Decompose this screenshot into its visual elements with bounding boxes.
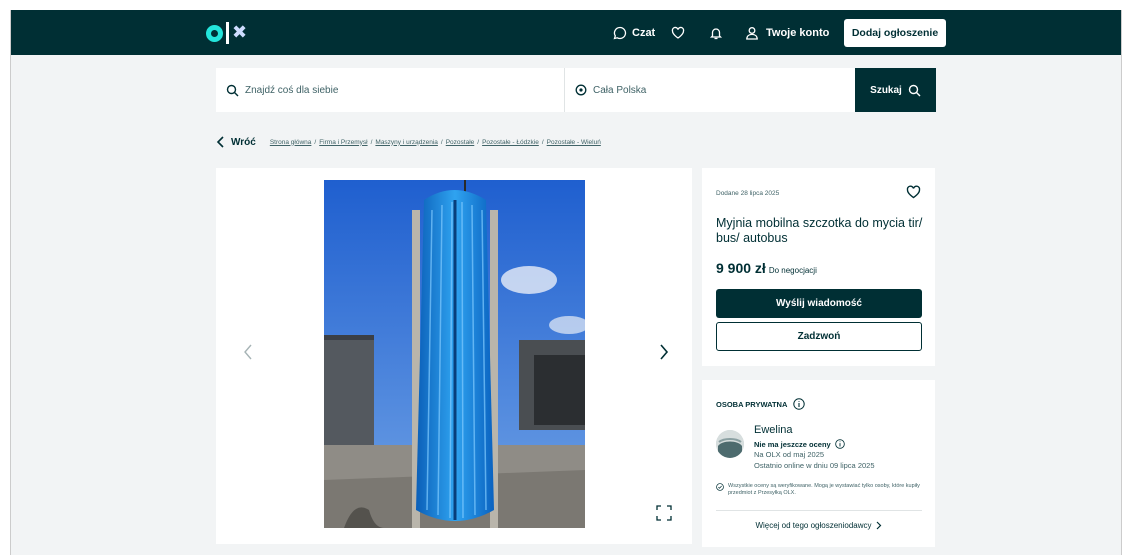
search-bar: Znajdź coś dla siebie Cała Polska Szukaj xyxy=(216,68,936,112)
bell-icon xyxy=(709,27,723,39)
negotiable-label: Do negocjacji xyxy=(768,266,817,275)
breadcrumb-item[interactable]: Maszyny i urządzenia xyxy=(375,139,438,146)
breadcrumb-item[interactable]: Pozostałe - Łódzkie xyxy=(482,139,539,146)
more-from-seller-link[interactable]: Więcej od tego ogłoszeniodawcy xyxy=(702,521,935,530)
chat-label: Czat xyxy=(632,26,656,39)
listing-details-card: Dodane 28 lipca 2025 Myjnia mobilna szcz… xyxy=(702,168,935,366)
verified-note: Wszystkie oceny są weryfikowane. Mogą je… xyxy=(716,483,926,497)
breadcrumb-separator: / xyxy=(541,138,544,146)
breadcrumb-item[interactable]: Firma i Przemysł xyxy=(319,139,367,146)
page-frame: ✖ Czat Twoje konto Dodaj ogłoszenie Znaj… xyxy=(10,10,1122,555)
seller-type: OSOBA PRYWATNA xyxy=(716,398,806,410)
location-value: Cała Polska xyxy=(593,84,647,96)
top-bar: ✖ Czat Twoje konto Dodaj ogłoszenie xyxy=(11,10,1121,55)
account-label: Twoje konto xyxy=(766,26,830,39)
listing-photo[interactable] xyxy=(324,180,585,528)
price-value: 9 900 zł xyxy=(716,260,766,276)
heart-icon xyxy=(906,185,921,199)
favorite-button[interactable] xyxy=(906,185,921,204)
location-input[interactable]: Cała Polska xyxy=(564,68,855,112)
fullscreen-button[interactable] xyxy=(656,505,672,521)
rating-label: Nie ma jeszcze oceny xyxy=(754,439,831,449)
account-link[interactable]: Twoje konto xyxy=(745,10,829,55)
back-label: Wróć xyxy=(231,136,256,148)
logo-x-mark: ✖ xyxy=(232,22,248,43)
logo-o-mark xyxy=(206,24,223,42)
verified-note-text: Wszystkie oceny są weryfikowane. Mogą je… xyxy=(728,483,920,496)
info-icon[interactable] xyxy=(793,398,806,410)
seller-card: OSOBA PRYWATNA Ewelina Nie ma jeszcze oc… xyxy=(702,380,935,547)
breadcrumb-item[interactable]: Pozostałe xyxy=(446,139,475,146)
olx-logo[interactable]: ✖ xyxy=(206,20,247,46)
breadcrumb-separator: / xyxy=(440,138,443,146)
seller-type-label: OSOBA PRYWATNA xyxy=(716,399,788,409)
added-date: Dodane 28 lipca 2025 xyxy=(716,190,780,197)
breadcrumb-separator: / xyxy=(370,138,373,146)
breadcrumb-item[interactable]: Strona główna xyxy=(270,139,312,146)
send-message-button[interactable]: Wyślij wiadomość xyxy=(716,289,922,318)
search-button-label: Szukaj xyxy=(870,84,902,96)
seller-rating: Nie ma jeszcze oceny xyxy=(754,439,845,449)
heart-icon xyxy=(671,26,685,39)
search-icon xyxy=(226,84,239,96)
photo-gallery xyxy=(216,168,692,544)
next-photo-button[interactable] xyxy=(652,340,676,364)
user-icon xyxy=(746,26,758,40)
search-button[interactable]: Szukaj xyxy=(855,68,936,112)
member-since: Na OLX od maj 2025 xyxy=(754,450,825,459)
breadcrumb-trail: Strona główna / Firma i Przemysł / Maszyny… xyxy=(270,139,601,146)
search-icon xyxy=(908,84,921,96)
brush-photo-illustration xyxy=(324,180,585,528)
breadcrumb-separator: / xyxy=(314,138,317,146)
info-icon[interactable] xyxy=(834,439,845,449)
chevron-right-icon xyxy=(660,344,669,360)
chevron-left-icon xyxy=(244,344,252,360)
search-placeholder: Znajdź coś dla siebie xyxy=(245,84,339,96)
breadcrumb-separator: / xyxy=(477,138,480,146)
logo-bar-mark xyxy=(226,22,229,44)
search-input[interactable]: Znajdź coś dla siebie xyxy=(216,68,564,112)
chat-link[interactable]: Czat xyxy=(613,10,655,55)
divider xyxy=(716,510,922,511)
breadcrumb-item[interactable]: Pozostałe - Wieluń xyxy=(547,139,601,146)
previous-photo-button[interactable] xyxy=(238,342,258,362)
last-online: Ostatnio online w dniu 09 lipca 2025 xyxy=(754,461,875,470)
chevron-right-icon xyxy=(876,521,881,530)
listing-title: Myjnia mobilna szczotka do mycia tir/ bu… xyxy=(716,216,923,245)
call-button[interactable]: Zadzwoń xyxy=(716,322,922,351)
favorites-link[interactable] xyxy=(671,10,685,55)
add-listing-button[interactable]: Dodaj ogłoszenie xyxy=(844,19,946,47)
seller-name: Ewelina xyxy=(754,424,793,436)
more-label: Więcej od tego ogłoszeniodawcy xyxy=(755,521,872,530)
price: 9 900 zł Do negocjacji xyxy=(716,260,817,276)
back-link[interactable]: Wróć xyxy=(216,136,256,148)
location-pin-icon xyxy=(575,84,587,96)
expand-icon xyxy=(656,505,672,521)
chevron-left-icon xyxy=(216,136,224,148)
avatar-placeholder-icon xyxy=(716,430,744,458)
chat-icon xyxy=(613,26,627,39)
breadcrumb: Wróć Strona główna / Firma i Przemysł / Ma… xyxy=(216,136,601,148)
avatar xyxy=(716,430,744,458)
check-circle-icon xyxy=(716,483,724,491)
notifications-link[interactable] xyxy=(709,10,723,55)
